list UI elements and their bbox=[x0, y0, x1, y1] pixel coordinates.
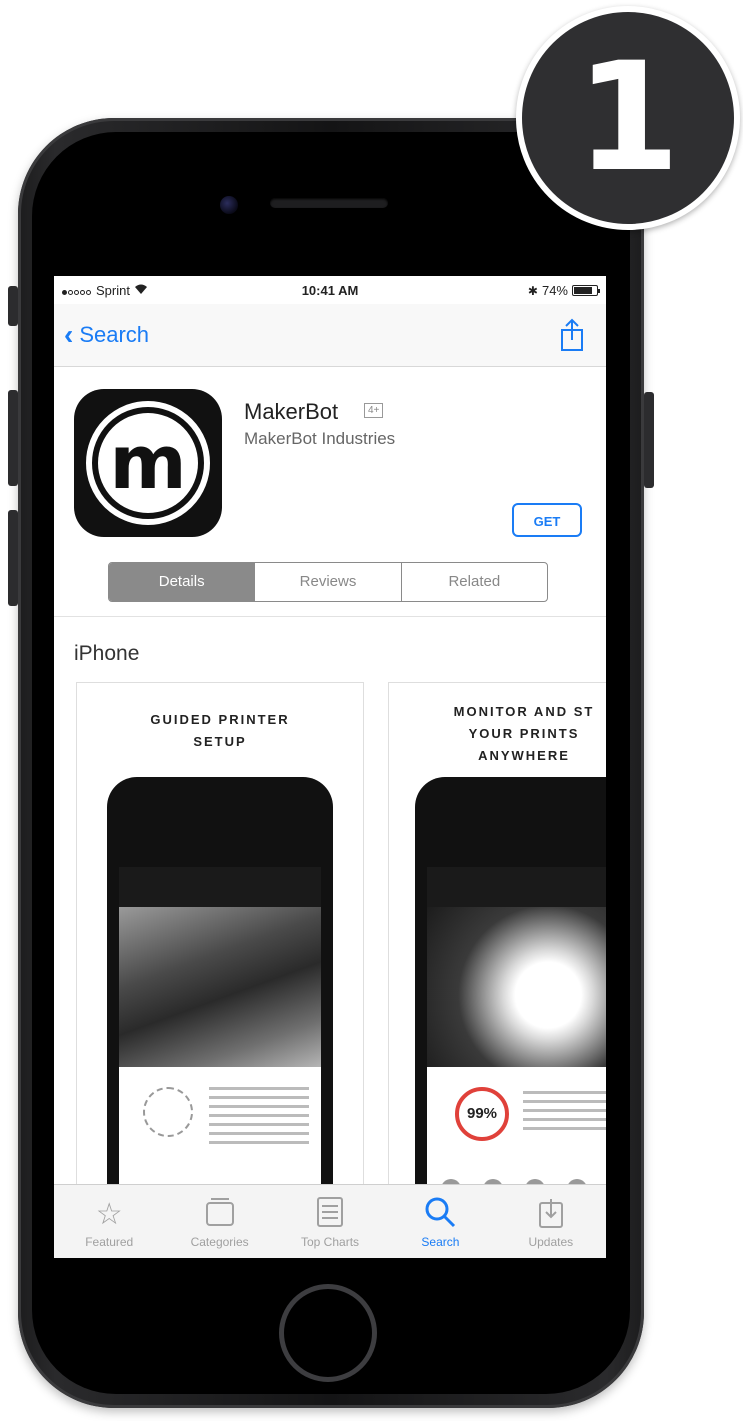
step-number-badge: 1 bbox=[516, 6, 740, 230]
printer-photo bbox=[119, 907, 321, 1067]
segment-related[interactable]: Related bbox=[402, 563, 547, 601]
screenshot-caption: MONITOR AND ST YOUR PRINTS ANYWHERE bbox=[453, 704, 595, 763]
status-right: ✱ 74% bbox=[527, 283, 600, 298]
chevron-left-icon: ‹ bbox=[64, 319, 74, 350]
side-button-mute bbox=[8, 286, 18, 326]
star-icon: ☆ bbox=[95, 1198, 123, 1231]
tab-label: Categories bbox=[190, 1235, 249, 1249]
makerbot-app-icon: m bbox=[74, 389, 222, 537]
categories-icon bbox=[164, 1195, 274, 1235]
tab-categories[interactable]: Categories bbox=[164, 1185, 274, 1258]
tab-label: Featured bbox=[85, 1235, 134, 1249]
app-store-screen: Sprint 10:41 AM ✱ 74% ‹ Search m MakerBo… bbox=[54, 276, 606, 1258]
back-button-label: Search bbox=[79, 322, 150, 347]
back-button[interactable]: ‹ Search bbox=[64, 319, 150, 350]
segment-reviews[interactable]: Reviews bbox=[255, 563, 402, 601]
screenshot-card[interactable]: GUIDED PRINTER SETUP bbox=[76, 682, 364, 1204]
front-camera bbox=[220, 196, 238, 214]
screenshot-phone-screen bbox=[119, 867, 321, 1203]
screenshot-phone-mockup bbox=[107, 777, 333, 1203]
status-text-lines bbox=[523, 1091, 606, 1131]
side-button-volume-down bbox=[8, 510, 18, 606]
screenshot-phone-header bbox=[119, 867, 321, 907]
spool-icon bbox=[143, 1087, 193, 1137]
tab-label: Top Charts bbox=[301, 1235, 360, 1249]
battery-percent: 74% bbox=[541, 283, 568, 298]
segment-details[interactable]: Details bbox=[109, 563, 256, 601]
battery-icon bbox=[572, 285, 600, 296]
progress-ring-icon: 99% bbox=[455, 1087, 509, 1141]
screenshot-card[interactable]: MONITOR AND ST YOUR PRINTS ANYWHERE 99% bbox=[388, 682, 606, 1204]
segmented-control: Details Reviews Related bbox=[108, 562, 548, 602]
tab-top-charts[interactable]: Top Charts bbox=[275, 1185, 385, 1258]
age-rating-badge: 4+ bbox=[364, 403, 384, 418]
get-button[interactable]: GET bbox=[512, 503, 582, 537]
earpiece-speaker bbox=[270, 198, 388, 208]
instruction-text-lines bbox=[209, 1087, 309, 1147]
tab-bar: ☆ Featured Categories Top Charts Search bbox=[54, 1184, 606, 1258]
app-header: m MakerBot 4+ MakerBot Industries GET bbox=[54, 367, 606, 537]
screenshot-phone-mockup: 99% bbox=[415, 777, 606, 1203]
search-icon bbox=[385, 1195, 495, 1235]
share-icon[interactable] bbox=[560, 318, 584, 352]
updates-icon bbox=[496, 1195, 606, 1235]
tab-search[interactable]: Search bbox=[385, 1185, 495, 1258]
navigation-bar: ‹ Search bbox=[54, 304, 606, 367]
print-bed-photo bbox=[427, 907, 606, 1067]
app-name: MakerBot bbox=[244, 399, 339, 424]
developer-link[interactable]: MakerBot Industries bbox=[244, 429, 395, 449]
tab-updates[interactable]: Updates bbox=[496, 1185, 606, 1258]
list-icon bbox=[275, 1195, 385, 1235]
bluetooth-icon: ✱ bbox=[527, 283, 538, 298]
screenshot-phone-screen: 99% bbox=[427, 867, 606, 1203]
tab-label: Search bbox=[421, 1235, 460, 1249]
tab-featured[interactable]: ☆ Featured bbox=[54, 1185, 164, 1258]
screenshots-section-label: iPhone bbox=[74, 642, 140, 665]
screenshot-caption: GUIDED PRINTER SETUP bbox=[150, 712, 290, 749]
progress-percent: 99% bbox=[466, 1105, 498, 1122]
home-button[interactable] bbox=[279, 1284, 377, 1382]
side-button-power bbox=[644, 392, 654, 488]
clock-time: 10:41 AM bbox=[301, 283, 359, 298]
screenshot-phone-header bbox=[427, 867, 606, 907]
side-button-volume-up bbox=[8, 390, 18, 486]
app-icon-letter: m bbox=[98, 413, 198, 513]
status-bar: Sprint 10:41 AM ✱ 74% bbox=[54, 276, 606, 304]
section-divider bbox=[54, 616, 606, 617]
tab-label: Updates bbox=[528, 1235, 574, 1249]
